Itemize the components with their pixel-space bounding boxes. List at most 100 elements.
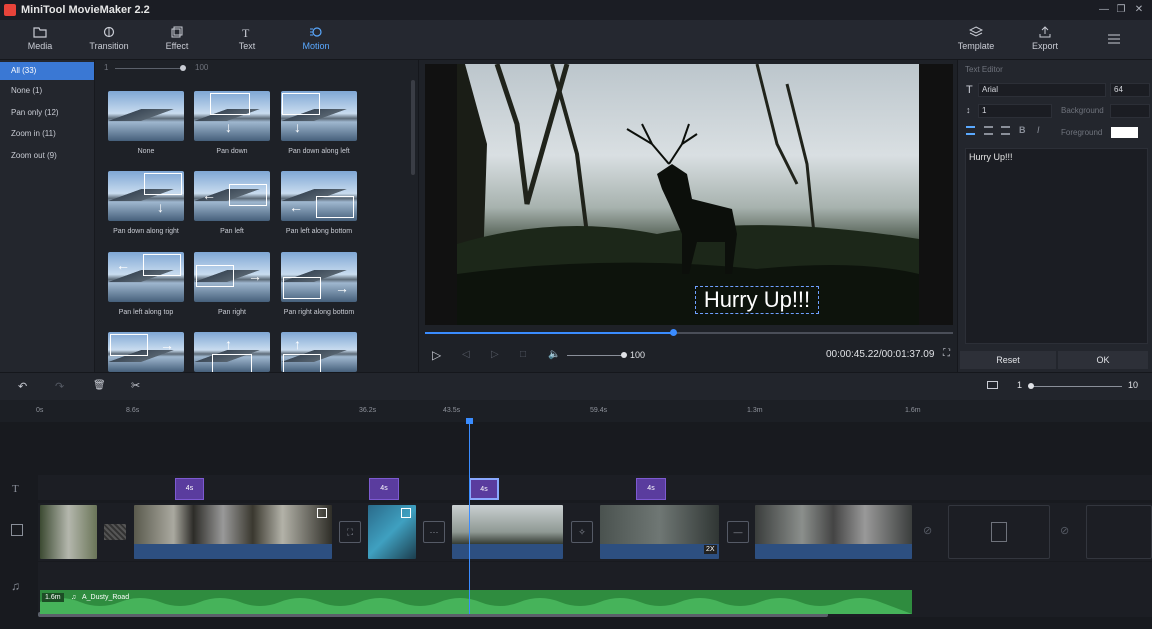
nav-item-none[interactable]: None (1) xyxy=(0,82,94,100)
main-toolbar: Media Transition Effect T Text Motion Te… xyxy=(0,20,1152,60)
media-button[interactable]: Media xyxy=(10,26,70,51)
progress-knob[interactable] xyxy=(670,329,677,336)
playback-progress[interactable] xyxy=(425,332,953,334)
background-select[interactable] xyxy=(1110,104,1150,118)
menu-icon[interactable] xyxy=(1107,33,1121,48)
previous-frame-icon[interactable]: ◁ xyxy=(462,349,470,360)
bold-icon[interactable]: B xyxy=(1019,125,1026,135)
timeline-toolbar: ↶ ↷ 🗑 ✂ 1 10 xyxy=(0,372,1152,400)
motion-thumb-none[interactable] xyxy=(108,91,184,141)
text-clip[interactable]: 4s xyxy=(636,478,666,500)
audio-clip[interactable]: 1.6m ♫ A_Dusty_Road xyxy=(40,590,912,614)
library-scrollbar[interactable] xyxy=(411,80,415,175)
play-icon[interactable]: ▷ xyxy=(432,348,441,362)
fit-timeline-icon[interactable] xyxy=(987,381,998,389)
export-button[interactable]: Export xyxy=(1015,26,1075,51)
thumb-size-knob[interactable] xyxy=(180,65,186,71)
nav-item-zoom-out[interactable]: Zoom out (9) xyxy=(0,147,94,165)
close-icon[interactable]: ✕ xyxy=(1132,3,1146,17)
ok-button[interactable]: OK xyxy=(1058,351,1148,369)
split-icon[interactable]: ✂ xyxy=(131,379,140,392)
transition-slot[interactable]: — xyxy=(727,521,749,543)
restore-icon[interactable]: ❐ xyxy=(1114,3,1128,17)
motion-label: Pan right along bottom xyxy=(264,309,374,316)
clip-audio-waveform xyxy=(755,544,912,559)
motion-thumb-pan-left-along-bottom[interactable]: ← xyxy=(281,171,357,221)
transition-button[interactable]: Transition xyxy=(79,26,139,51)
motion-label: Motion xyxy=(302,41,329,51)
effect-icon xyxy=(170,26,184,38)
video-clip-bears[interactable] xyxy=(134,505,332,559)
nav-item-zoom-in[interactable]: Zoom in (11) xyxy=(0,125,94,143)
motion-thumb-pan-down[interactable]: ↓ xyxy=(194,91,270,141)
next-frame-icon[interactable]: ▷ xyxy=(491,349,499,360)
effect-button[interactable]: Effect xyxy=(147,26,207,51)
motion-thumb-pan-down-along-left[interactable]: ↓ xyxy=(281,91,357,141)
ruler-tick: 0s xyxy=(36,407,43,414)
motion-thumb-pan-left[interactable]: ← xyxy=(194,171,270,221)
transition-placeholder[interactable] xyxy=(104,524,126,540)
motion-thumb-partial[interactable]: → xyxy=(108,332,184,372)
text-label: Text xyxy=(239,41,256,51)
font-size-select[interactable]: 64 xyxy=(1110,83,1150,97)
motion-thumb-partial[interactable]: ↑ xyxy=(194,332,270,372)
redo-icon[interactable]: ↷ xyxy=(55,380,64,393)
transition-slot[interactable]: ⋯ xyxy=(423,521,445,543)
transition-slot[interactable]: ✧ xyxy=(571,521,593,543)
motion-label: Pan down along left xyxy=(264,148,374,155)
text-clip-selected[interactable]: 4s xyxy=(469,478,499,500)
align-left-icon[interactable] xyxy=(966,126,975,135)
empty-clip-slot[interactable] xyxy=(1086,505,1152,559)
clip-copy-icon[interactable] xyxy=(401,508,411,518)
ruler-tick: 36.2s xyxy=(359,407,376,414)
video-preview[interactable]: Hurry Up!!! xyxy=(425,64,953,325)
folder-icon xyxy=(33,26,47,38)
playhead[interactable] xyxy=(469,418,470,614)
transition-slot[interactable]: ⛶ xyxy=(339,521,361,543)
caption-overlay[interactable]: Hurry Up!!! xyxy=(695,286,819,314)
motion-thumb-pan-down-along-right[interactable]: ↓ xyxy=(108,171,184,221)
foreground-color-swatch[interactable] xyxy=(1111,127,1138,138)
clip-audio-waveform xyxy=(134,544,332,559)
motion-button[interactable]: Motion xyxy=(286,26,346,51)
motion-thumb-pan-right-along-bottom[interactable]: → xyxy=(281,252,357,302)
stop-icon[interactable]: □ xyxy=(520,349,526,360)
align-center-icon[interactable] xyxy=(984,126,993,135)
font-select[interactable]: Arial xyxy=(978,83,1106,97)
video-clip[interactable] xyxy=(368,505,416,559)
timeline-zoom-slider[interactable] xyxy=(1030,386,1122,387)
playhead-handle[interactable] xyxy=(466,418,473,424)
motion-thumb-partial[interactable]: ↑ xyxy=(281,332,357,372)
nav-item-pan-only[interactable]: Pan only (12) xyxy=(0,104,94,122)
effect-label: Effect xyxy=(166,41,189,51)
empty-clip-slot[interactable] xyxy=(948,505,1050,559)
delete-icon[interactable]: 🗑 xyxy=(93,380,106,391)
transition-link-icon[interactable]: ⊘ xyxy=(923,524,932,537)
line-select[interactable]: 1 xyxy=(978,104,1052,118)
transition-link-icon[interactable]: ⊘ xyxy=(1060,524,1069,537)
text-clip[interactable]: 4s xyxy=(175,478,204,500)
italic-icon[interactable]: I xyxy=(1037,125,1040,135)
undo-icon[interactable]: ↶ xyxy=(18,380,27,393)
video-clip[interactable] xyxy=(40,505,97,559)
text-clip[interactable]: 4s xyxy=(369,478,399,500)
motion-thumb-pan-right[interactable]: → xyxy=(194,252,270,302)
align-right-icon[interactable] xyxy=(1001,126,1010,135)
text-button[interactable]: T Text xyxy=(217,26,277,51)
clip-copy-icon[interactable] xyxy=(317,508,327,518)
reset-button[interactable]: Reset xyxy=(960,351,1056,369)
video-clip-fog[interactable]: 2X xyxy=(600,505,719,559)
thumb-size-slider[interactable] xyxy=(115,68,183,69)
minimize-icon[interactable]: — xyxy=(1097,3,1111,17)
volume-icon[interactable]: 🔈 xyxy=(548,349,560,360)
timeline-zoom-knob[interactable] xyxy=(1028,383,1034,389)
video-clip-bw[interactable] xyxy=(755,505,912,559)
motion-thumb-pan-left-along-top[interactable]: ← xyxy=(108,252,184,302)
fullscreen-icon[interactable]: ⛶ xyxy=(943,348,950,359)
text-content-input[interactable]: Hurry Up!!! xyxy=(965,148,1148,344)
volume-slider[interactable] xyxy=(567,355,623,356)
nav-item-all[interactable]: All (33) xyxy=(0,62,94,80)
template-button[interactable]: Template xyxy=(946,26,1006,51)
volume-knob[interactable] xyxy=(621,352,627,358)
timeline-ruler[interactable]: 0s 8.6s 36.2s 43.5s 59.4s 1.3m 1.6m xyxy=(0,400,1152,422)
